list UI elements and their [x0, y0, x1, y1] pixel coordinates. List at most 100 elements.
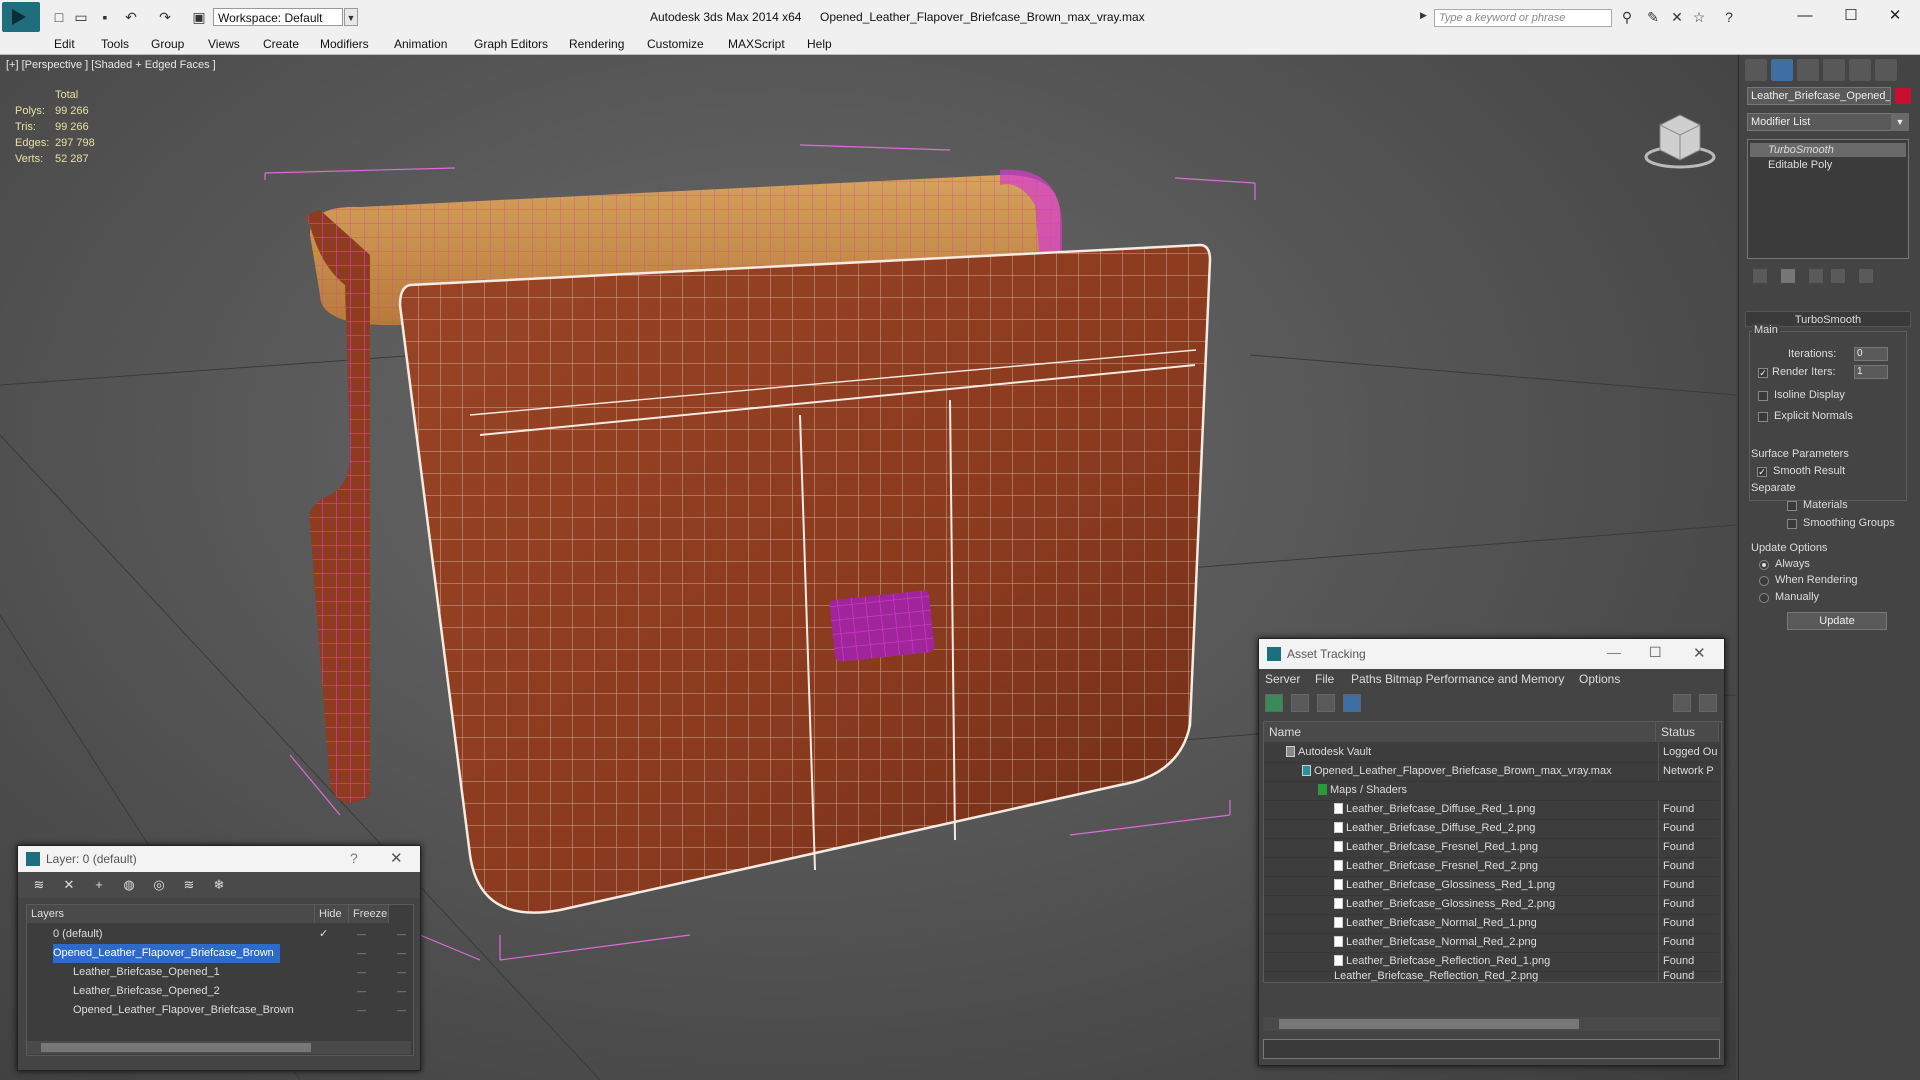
layer-row[interactable]: Leather_Briefcase_Opened_1 — — [27, 963, 411, 982]
menu-group[interactable]: Group [151, 37, 184, 51]
asset-row[interactable]: Leather_Briefcase_Fresnel_Red_1.png Found [1264, 838, 1719, 858]
asset-row[interactable]: Opened_Leather_Flapover_Briefcase_Brown_… [1264, 762, 1719, 782]
close-icon[interactable]: ✕ [390, 849, 403, 867]
viewport-label[interactable]: [+] [Perspective ] [Shaded + Edged Faces… [6, 59, 216, 71]
asset-row[interactable]: Maps / Shaders [1264, 781, 1719, 801]
asset-row[interactable]: Leather_Briefcase_Reflection_Red_2.png Fo… [1264, 971, 1719, 982]
layer-row[interactable]: Leather_Briefcase_Opened_2 — — [27, 982, 411, 1001]
render-iters-checkbox[interactable]: ✓ [1758, 368, 1768, 378]
open-file-icon[interactable]: ▭ [72, 9, 90, 25]
freeze-toggle[interactable]: — [397, 982, 406, 1001]
freeze-toggle[interactable]: — [397, 963, 406, 982]
modify-tab-icon[interactable] [1771, 59, 1793, 81]
asset-tracking-titlebar[interactable]: Asset Tracking — ☐ ✕ [1259, 639, 1724, 669]
search-input[interactable]: Type a keyword or phrase [1434, 9, 1612, 27]
binoculars-icon[interactable]: ⚲ [1618, 9, 1636, 25]
communication-center-icon[interactable]: ✎ [1644, 9, 1662, 25]
make-unique-icon[interactable] [1809, 269, 1823, 283]
asset-row[interactable]: Leather_Briefcase_Diffuse_Red_1.png Found [1264, 800, 1719, 820]
materials-checkbox[interactable] [1787, 501, 1797, 511]
menu-help[interactable]: Help [807, 37, 832, 51]
workspace-dropdown[interactable]: Workspace: Default [213, 8, 343, 26]
undo-icon[interactable]: ↶ [122, 9, 140, 25]
horizontal-scrollbar[interactable] [1263, 1017, 1720, 1031]
stack-item-turbosmooth[interactable]: TurboSmooth [1750, 143, 1906, 157]
display-tab-icon[interactable] [1849, 59, 1871, 81]
utilities-tab-icon[interactable] [1875, 59, 1897, 81]
layer-row[interactable]: 0 (default) ✓ — — [27, 925, 411, 944]
active-check-icon[interactable]: ✓ [319, 925, 328, 944]
menu-tools[interactable]: Tools [101, 37, 129, 51]
asset-row[interactable]: Leather_Briefcase_Reflection_Red_1.png Fo… [1264, 952, 1719, 972]
asset-row[interactable]: Leather_Briefcase_Glossiness_Red_2.png Fo… [1264, 895, 1719, 915]
show-end-result-icon[interactable] [1781, 269, 1795, 283]
scrollbar-thumb[interactable] [1279, 1019, 1579, 1029]
hide-toggle[interactable]: — [357, 944, 366, 963]
motion-tab-icon[interactable] [1823, 59, 1845, 81]
menu-graph-editors[interactable]: Graph Editors [474, 37, 548, 51]
when-rendering-radio[interactable] [1759, 576, 1769, 586]
minimize-icon[interactable]: — [1790, 6, 1820, 26]
list-view-icon[interactable] [1291, 694, 1309, 712]
exchange-icon[interactable]: ✕ [1668, 9, 1686, 25]
help-icon[interactable] [1673, 694, 1691, 712]
layer-dialog-titlebar[interactable]: Layer: 0 (default) ? ✕ [18, 846, 420, 872]
status-column-header[interactable]: Status [1656, 722, 1719, 742]
menu-edit[interactable]: Edit [54, 37, 75, 51]
close-icon[interactable]: ✕ [1693, 644, 1706, 662]
smoothing-groups-checkbox[interactable] [1787, 519, 1797, 529]
remove-modifier-icon[interactable] [1831, 269, 1845, 283]
update-button[interactable]: Update [1787, 612, 1887, 630]
hierarchy-tab-icon[interactable] [1797, 59, 1819, 81]
asset-row[interactable]: Autodesk Vault Logged Ou [1264, 743, 1719, 763]
maximize-icon[interactable]: ☐ [1836, 6, 1866, 26]
pin-stack-icon[interactable] [1753, 269, 1767, 283]
asset-row[interactable]: Leather_Briefcase_Fresnel_Red_2.png Found [1264, 857, 1719, 877]
asset-menu-bitmap-performance[interactable]: Bitmap Performance and Memory [1385, 672, 1564, 686]
asset-row[interactable]: Leather_Briefcase_Glossiness_Red_1.png Fo… [1264, 876, 1719, 896]
name-column-header[interactable]: Name [1264, 722, 1656, 742]
menu-create[interactable]: Create [263, 37, 299, 51]
freeze-toggle[interactable]: — [397, 944, 406, 963]
help-icon[interactable]: ? [1720, 9, 1738, 25]
chevron-down-icon[interactable]: ▼ [344, 8, 358, 26]
hide-toggle[interactable]: — [357, 1001, 366, 1020]
object-color-swatch[interactable] [1895, 88, 1911, 104]
create-tab-icon[interactable] [1745, 59, 1767, 81]
asset-menu-server[interactable]: Server [1265, 672, 1300, 686]
asset-menu-options[interactable]: Options [1579, 672, 1620, 686]
search-expand-icon[interactable]: ▶ [1420, 10, 1427, 21]
close-icon[interactable]: ✕ [1880, 6, 1910, 26]
maximize-icon[interactable]: ☐ [1649, 644, 1662, 661]
add-to-layer-icon[interactable]: + [90, 877, 108, 893]
delete-layer-icon[interactable]: ✕ [60, 877, 78, 893]
horizontal-scrollbar[interactable] [27, 1041, 411, 1054]
asset-row[interactable]: Leather_Briefcase_Normal_Red_1.png Found [1264, 914, 1719, 934]
help-icon[interactable]: ? [350, 850, 358, 866]
asset-menu-file[interactable]: File [1315, 672, 1334, 686]
asset-row[interactable]: Leather_Briefcase_Normal_Red_2.png Found [1264, 933, 1719, 953]
select-objects-icon[interactable]: ◍ [120, 877, 138, 893]
freeze-toggle[interactable]: — [397, 1001, 406, 1020]
create-layer-icon[interactable]: ≋ [30, 877, 48, 893]
hide-all-icon[interactable]: ≋ [180, 877, 198, 893]
save-icon[interactable]: ▪ [96, 9, 114, 25]
always-radio[interactable] [1759, 560, 1769, 570]
new-file-icon[interactable]: □ [50, 9, 68, 25]
chevron-down-icon[interactable]: ▼ [1891, 113, 1909, 131]
asset-menu-paths[interactable]: Paths [1351, 672, 1382, 686]
hide-toggle[interactable]: — [357, 982, 366, 1001]
render-iters-spinner[interactable]: 1 [1854, 365, 1888, 379]
menu-rendering[interactable]: Rendering [569, 37, 624, 51]
scrollbar-thumb[interactable] [41, 1043, 311, 1052]
hide-column-header[interactable]: Hide [315, 905, 349, 923]
configure-sets-icon[interactable] [1859, 269, 1873, 283]
menu-maxscript[interactable]: MAXScript [728, 37, 785, 51]
iterations-spinner[interactable]: 0 [1854, 347, 1888, 361]
object-name-field[interactable]: Leather_Briefcase_Opened_1 [1747, 87, 1891, 105]
table-view-icon[interactable] [1343, 694, 1361, 712]
highlight-layer-icon[interactable]: ◎ [150, 877, 168, 893]
project-folder-icon[interactable]: ▣ [190, 9, 208, 25]
favorites-star-icon[interactable]: ☆ [1690, 9, 1708, 25]
layer-row[interactable]: Opened_Leather_Flapover_Briefcase_Brown … [27, 944, 411, 963]
